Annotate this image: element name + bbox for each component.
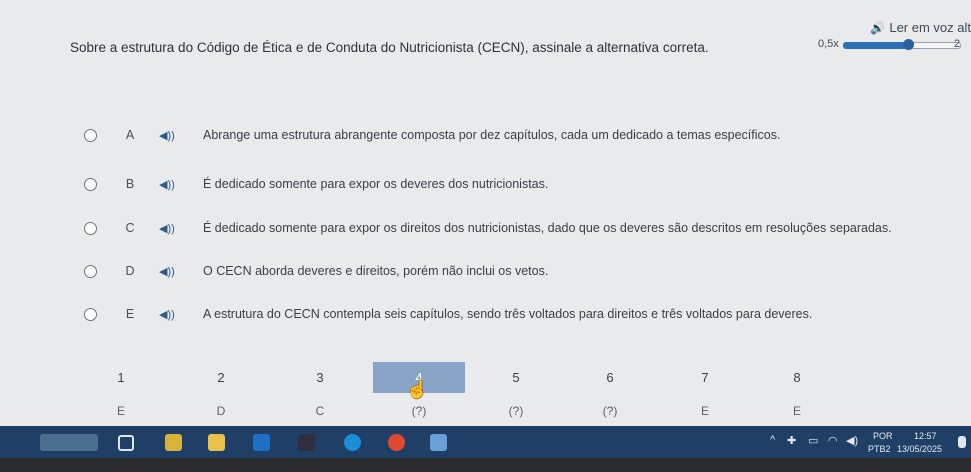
question-text: Sobre a estrutura do Código de Ética e d… bbox=[70, 40, 709, 55]
option-a[interactable]: A ◀)) Abrange uma estrutura abrangente c… bbox=[84, 128, 780, 142]
edge-icon[interactable] bbox=[344, 434, 361, 451]
question-answer: E bbox=[700, 404, 709, 418]
photos-icon[interactable] bbox=[430, 434, 447, 451]
speaker-icon: 🔊 bbox=[870, 20, 886, 35]
question-number: 7 bbox=[701, 370, 709, 385]
option-text: A estrutura do CECN contempla seis capít… bbox=[203, 307, 813, 321]
question-answer: D bbox=[216, 404, 226, 418]
option-text: É dedicado somente para expor os deveres… bbox=[203, 177, 549, 191]
speed-slider[interactable] bbox=[842, 39, 961, 50]
question-answer: E bbox=[792, 404, 801, 418]
nav-question-7[interactable]: 7E bbox=[660, 362, 750, 418]
question-number: 1 bbox=[117, 370, 125, 385]
question-number: 8 bbox=[793, 370, 801, 385]
network-icon[interactable]: ✚ bbox=[787, 434, 796, 447]
chrome-icon[interactable] bbox=[388, 434, 405, 451]
nav-question-3[interactable]: 3C bbox=[275, 362, 365, 418]
search-widget-icon[interactable] bbox=[40, 434, 98, 451]
option-letter: B bbox=[125, 177, 135, 191]
option-text: O CECN aborda deveres e direitos, porém … bbox=[203, 264, 549, 278]
radio-button[interactable] bbox=[84, 177, 97, 191]
task-view-icon[interactable] bbox=[118, 435, 134, 451]
option-letter: C bbox=[125, 221, 135, 235]
question-number: 2 bbox=[217, 370, 225, 385]
speed-slider-thumb[interactable] bbox=[902, 39, 914, 50]
outlook-icon[interactable] bbox=[253, 434, 270, 451]
speed-slider-fill bbox=[842, 42, 908, 49]
question-answer: C bbox=[315, 404, 325, 418]
clock-time[interactable]: 12:57 bbox=[914, 431, 937, 441]
language-indicator[interactable]: POR bbox=[873, 431, 893, 441]
radio-button[interactable] bbox=[84, 307, 97, 321]
question-navigation: 1E 2D 3C 4 (?) 5 (?) 6 (?) 7E 8E bbox=[70, 362, 870, 422]
option-text: É dedicado somente para expor os direito… bbox=[203, 221, 892, 235]
nav-question-2[interactable]: 2D bbox=[176, 362, 266, 418]
store-icon[interactable] bbox=[298, 434, 315, 451]
nav-question-8[interactable]: 8E bbox=[752, 362, 842, 418]
screen-bezel bbox=[0, 458, 971, 472]
option-c[interactable]: C ◀)) É dedicado somente para expor os d… bbox=[84, 221, 892, 235]
display-icon[interactable]: ▭ bbox=[808, 434, 818, 447]
question-answer: (?) bbox=[411, 404, 427, 418]
speaker-icon[interactable]: ◀)) bbox=[159, 222, 179, 235]
speaker-icon[interactable]: ◀)) bbox=[159, 265, 179, 278]
speaker-icon[interactable]: ◀)) bbox=[159, 129, 179, 142]
chevron-up-icon[interactable]: ^ bbox=[770, 434, 775, 446]
question-answer: (?) bbox=[508, 404, 524, 418]
radio-button[interactable] bbox=[84, 221, 97, 235]
question-answer: (?) bbox=[602, 404, 618, 418]
read-aloud-label: Ler em voz alt bbox=[889, 20, 971, 35]
taskbar: ^ ✚ ▭ ◠ ◀) POR PTB2 12:57 13/05/2025 bbox=[0, 426, 971, 458]
question-number: 3 bbox=[316, 370, 324, 385]
volume-icon[interactable]: ◀) bbox=[846, 434, 858, 447]
option-e[interactable]: E ◀)) A estrutura do CECN contempla seis… bbox=[84, 307, 812, 321]
option-b[interactable]: B ◀)) É dedicado somente para expor os d… bbox=[84, 177, 548, 191]
clock-date[interactable]: 13/05/2025 bbox=[897, 444, 942, 454]
read-aloud-button[interactable]: 🔊 Ler em voz alt bbox=[870, 20, 971, 35]
question-number: 6 bbox=[606, 370, 614, 385]
option-d[interactable]: D ◀)) O CECN aborda deveres e direitos, … bbox=[84, 264, 548, 278]
question-answer: E bbox=[116, 404, 125, 418]
option-text: Abrange uma estrutura abrangente compost… bbox=[203, 128, 781, 142]
speaker-icon[interactable]: ◀)) bbox=[159, 178, 179, 191]
notification-icon[interactable] bbox=[958, 436, 966, 448]
speed-control: 0,5x bbox=[818, 38, 961, 50]
option-letter: A bbox=[125, 128, 135, 142]
option-letter: D bbox=[125, 264, 135, 278]
wifi-icon[interactable]: ◠ bbox=[828, 434, 838, 447]
option-letter: E bbox=[125, 307, 135, 321]
nav-question-5[interactable]: 5 (?) bbox=[471, 362, 561, 418]
speed-min-label: 0,5x bbox=[818, 38, 839, 50]
question-number: 5 bbox=[512, 370, 520, 385]
keyboard-layout-indicator[interactable]: PTB2 bbox=[868, 444, 891, 454]
nav-question-1[interactable]: 1E bbox=[76, 362, 166, 418]
copilot-icon[interactable] bbox=[165, 434, 182, 451]
speaker-icon[interactable]: ◀)) bbox=[159, 308, 179, 321]
nav-question-6[interactable]: 6 (?) bbox=[565, 362, 655, 418]
hand-cursor-icon: ☝ bbox=[406, 379, 429, 399]
file-explorer-icon[interactable] bbox=[208, 434, 225, 451]
radio-button[interactable] bbox=[84, 128, 97, 142]
radio-button[interactable] bbox=[84, 264, 97, 278]
speed-max-label: 2 bbox=[954, 38, 961, 50]
